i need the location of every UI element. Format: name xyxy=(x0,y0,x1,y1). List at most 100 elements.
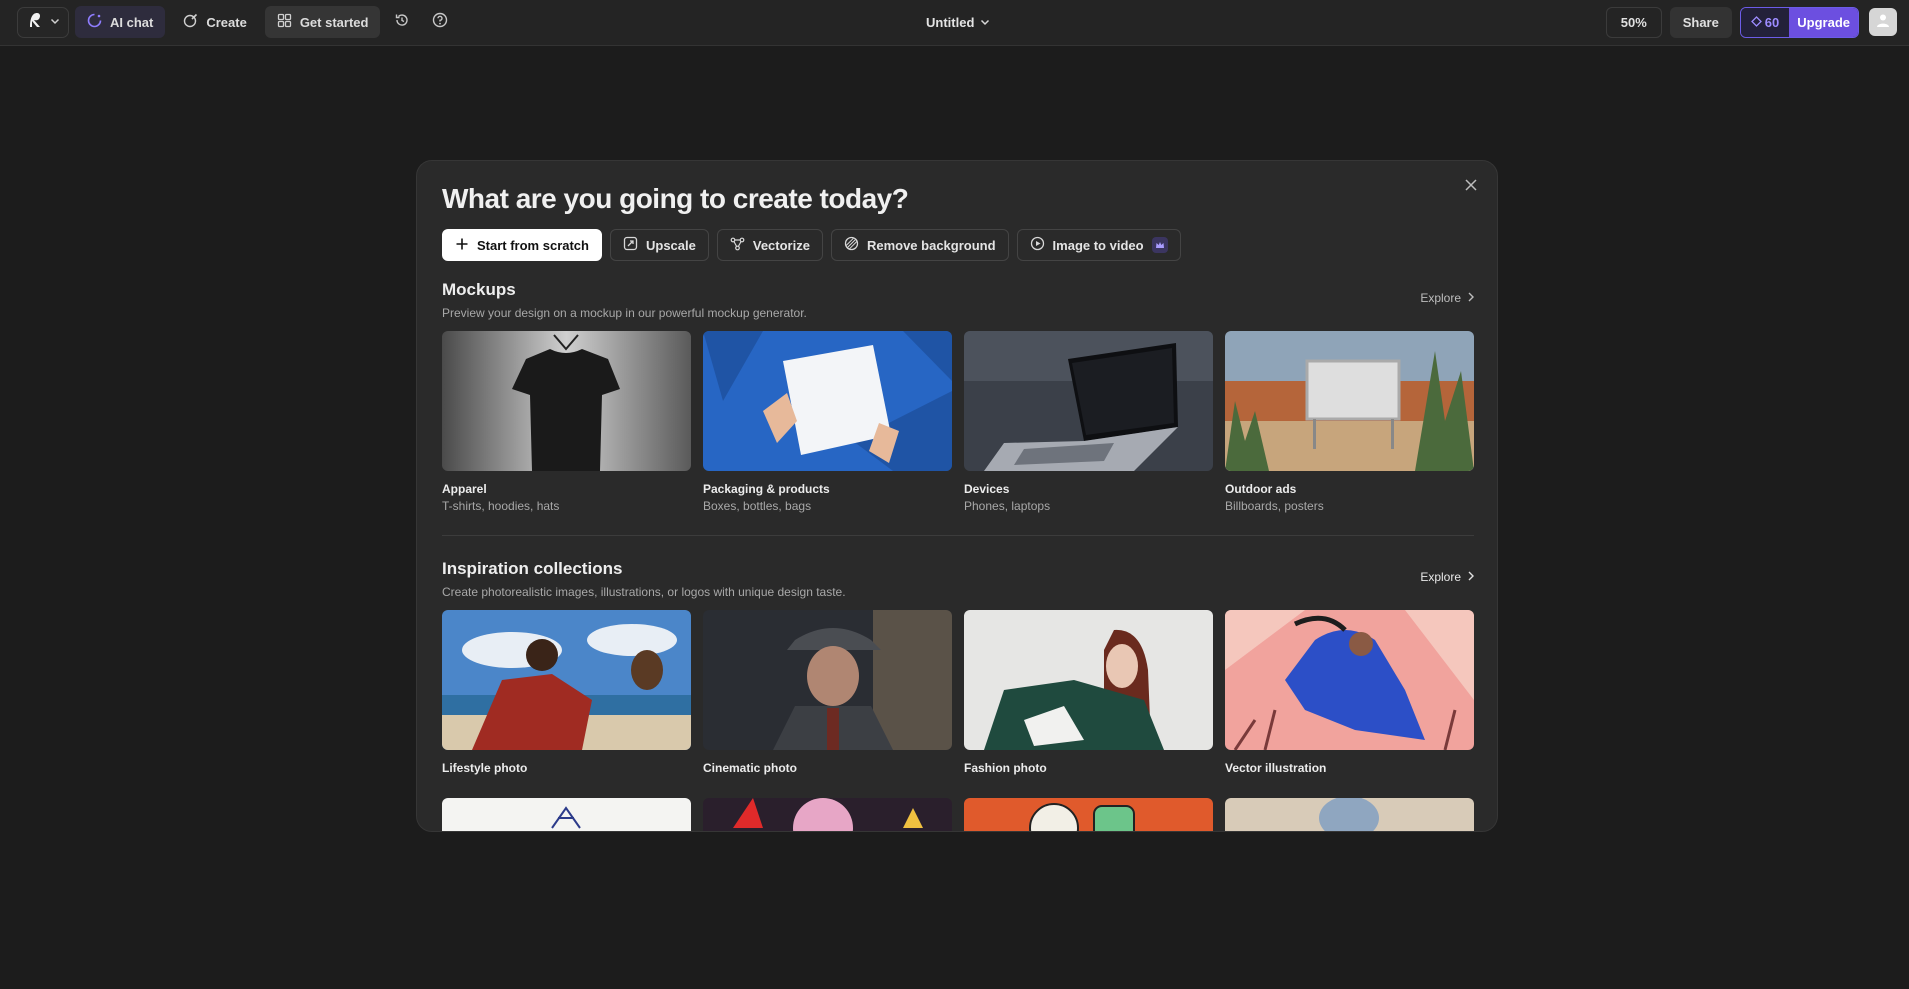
quick-actions: Start from scratch Upscale Vectorize Rem… xyxy=(442,229,1181,261)
create-icon xyxy=(183,13,198,31)
get-started-button[interactable]: Get started xyxy=(264,6,381,38)
ai-chat-button[interactable]: AI chat xyxy=(75,6,166,38)
top-bar-right: 50% Share 60 Upgrade xyxy=(1605,6,1897,38)
inspiration-subtitle: Create photorealistic images, illustrati… xyxy=(442,585,846,599)
user-icon xyxy=(1875,12,1891,33)
plus-icon xyxy=(455,237,469,254)
card-subtitle: Billboards, posters xyxy=(1225,499,1324,513)
more-collections-grid xyxy=(442,798,1474,831)
create-label: Create xyxy=(206,14,247,30)
card-subtitle: Boxes, bottles, bags xyxy=(703,499,812,513)
card-title: Packaging & products xyxy=(703,482,830,496)
collection-thumbnail xyxy=(964,798,1213,831)
mockups-title: Mockups xyxy=(442,280,516,299)
section-divider xyxy=(442,535,1474,536)
inspiration-title: Inspiration collections xyxy=(442,559,623,578)
chevron-down-icon xyxy=(980,15,990,30)
close-icon xyxy=(1464,178,1478,197)
mockups-subtitle: Preview your design on a mockup in our p… xyxy=(442,306,807,320)
upscale-button[interactable]: Upscale xyxy=(609,229,709,261)
inspiration-card-lifestyle[interactable]: Lifestyle photo xyxy=(442,610,691,775)
vector-illustration-thumbnail xyxy=(1225,610,1474,750)
app-logo-icon xyxy=(26,11,44,34)
packaging-thumbnail xyxy=(703,331,952,471)
card-subtitle: T-shirts, hoodies, hats xyxy=(442,499,560,513)
share-button[interactable]: Share xyxy=(1669,6,1732,38)
devices-thumbnail xyxy=(964,331,1213,471)
card-title: Fashion photo xyxy=(964,761,1047,775)
mockup-card-apparel[interactable]: Apparel T-shirts, hoodies, hats xyxy=(442,331,691,513)
ai-chat-icon xyxy=(87,13,102,31)
explore-label: Explore xyxy=(1420,570,1461,584)
vectorize-icon xyxy=(730,236,745,254)
mockup-card-devices[interactable]: Devices Phones, laptops xyxy=(964,331,1213,513)
card-title: Cinematic photo xyxy=(703,761,798,775)
explore-label: Explore xyxy=(1420,291,1461,305)
card-title: Devices xyxy=(964,482,1010,496)
chevron-down-icon xyxy=(50,13,60,31)
fashion-thumbnail xyxy=(964,610,1213,750)
create-button[interactable]: Create xyxy=(171,6,258,38)
zoom-button[interactable]: 50% xyxy=(1605,6,1662,38)
mockups-grid: Apparel T-shirts, hoodies, hats Packagin… xyxy=(442,331,1474,513)
collection-card[interactable] xyxy=(964,798,1213,831)
action-label: Upscale xyxy=(645,237,696,253)
vectorize-button[interactable]: Vectorize xyxy=(716,229,823,261)
inspiration-card-vector[interactable]: Vector illustration xyxy=(1225,610,1474,775)
document-title-button[interactable]: Untitled xyxy=(926,11,990,33)
card-title: Outdoor ads xyxy=(1225,482,1297,496)
inspiration-card-cinematic[interactable]: Cinematic photo xyxy=(703,610,952,775)
app-menu-button[interactable] xyxy=(17,6,69,38)
card-title: Vector illustration xyxy=(1225,761,1327,775)
mockup-card-outdoor-ads[interactable]: Outdoor ads Billboards, posters xyxy=(1225,331,1474,513)
collection-thumbnail xyxy=(1225,798,1474,831)
crown-icon xyxy=(1151,237,1168,253)
help-icon xyxy=(432,12,448,33)
grid-icon xyxy=(277,13,292,31)
action-label: Vectorize xyxy=(752,237,810,253)
get-started-label: Get started xyxy=(299,14,369,30)
credits-button[interactable]: 60 xyxy=(1740,7,1790,37)
avatar[interactable] xyxy=(1869,8,1897,36)
mockups-explore-link[interactable]: Explore xyxy=(1420,291,1475,305)
inspiration-explore-link[interactable]: Explore xyxy=(1420,570,1475,584)
mockup-card-packaging[interactable]: Packaging & products Boxes, bottles, bag… xyxy=(703,331,952,513)
collection-card[interactable] xyxy=(442,798,691,831)
upgrade-button[interactable]: Upgrade xyxy=(1789,7,1858,37)
ai-chat-label: AI chat xyxy=(110,14,154,30)
create-modal: What are you going to create today? Star… xyxy=(416,160,1498,832)
top-bar: AI chat Create Get started Untitled 50% … xyxy=(0,0,1909,46)
action-label: Start from scratch xyxy=(477,237,589,253)
credits-upgrade-group: 60 Upgrade xyxy=(1739,6,1859,38)
chevron-right-icon xyxy=(1467,291,1475,305)
card-title: Apparel xyxy=(442,482,487,496)
card-subtitle: Phones, laptops xyxy=(964,499,1051,513)
start-from-scratch-button[interactable]: Start from scratch xyxy=(442,229,602,261)
collection-card[interactable] xyxy=(703,798,952,831)
history-icon xyxy=(394,12,410,33)
lifestyle-thumbnail xyxy=(442,610,691,750)
image-to-video-button[interactable]: Image to video xyxy=(1016,229,1181,261)
collection-thumbnail xyxy=(703,798,952,831)
outdoor-ads-thumbnail xyxy=(1225,331,1474,471)
play-circle-icon xyxy=(1030,236,1045,254)
cinematic-thumbnail xyxy=(703,610,952,750)
history-button[interactable] xyxy=(386,6,418,38)
chevron-right-icon xyxy=(1467,570,1475,584)
inspiration-grid: Lifestyle photo Cinematic photo Fashion … xyxy=(442,610,1474,775)
document-title: Untitled xyxy=(926,14,975,30)
apparel-thumbnail xyxy=(442,331,691,471)
credits-count: 60 xyxy=(1764,14,1780,30)
collection-card[interactable] xyxy=(1225,798,1474,831)
upscale-icon xyxy=(623,236,638,254)
top-bar-left: AI chat Create Get started xyxy=(17,6,456,38)
action-label: Remove background xyxy=(866,237,996,253)
remove-background-icon xyxy=(844,236,859,254)
modal-title: What are you going to create today? xyxy=(442,183,909,214)
close-button[interactable] xyxy=(1459,175,1483,199)
inspiration-card-fashion[interactable]: Fashion photo xyxy=(964,610,1213,775)
diamond-icon xyxy=(1750,15,1762,30)
help-button[interactable] xyxy=(424,6,456,38)
card-title: Lifestyle photo xyxy=(442,761,528,775)
remove-background-button[interactable]: Remove background xyxy=(830,229,1009,261)
